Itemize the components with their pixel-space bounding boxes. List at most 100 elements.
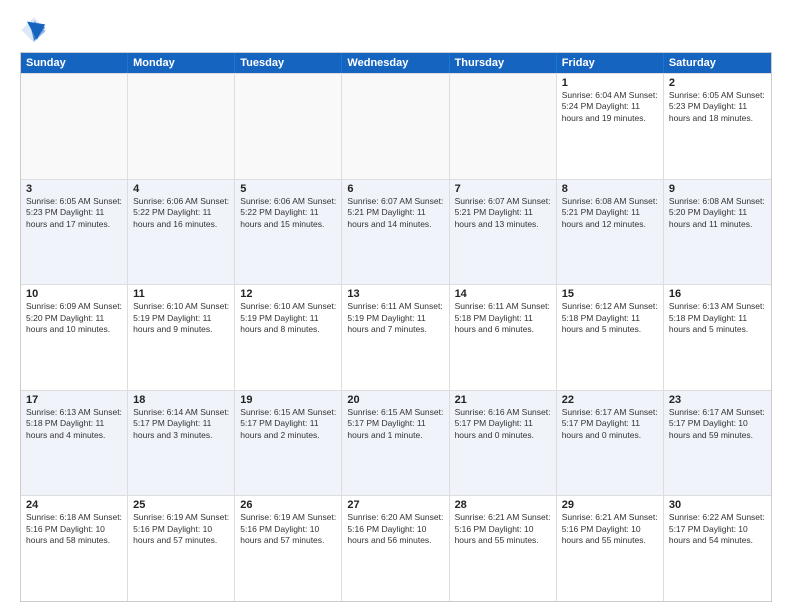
day-info: Sunrise: 6:21 AM Sunset: 5:16 PM Dayligh…: [562, 512, 658, 546]
calendar-empty-cell: [235, 74, 342, 179]
calendar-row-4: 17Sunrise: 6:13 AM Sunset: 5:18 PM Dayli…: [21, 390, 771, 496]
calendar-day-21: 21Sunrise: 6:16 AM Sunset: 5:17 PM Dayli…: [450, 391, 557, 496]
calendar-day-16: 16Sunrise: 6:13 AM Sunset: 5:18 PM Dayli…: [664, 285, 771, 390]
calendar-day-15: 15Sunrise: 6:12 AM Sunset: 5:18 PM Dayli…: [557, 285, 664, 390]
calendar-body: 1Sunrise: 6:04 AM Sunset: 5:24 PM Daylig…: [21, 73, 771, 601]
day-info: Sunrise: 6:05 AM Sunset: 5:23 PM Dayligh…: [26, 196, 122, 230]
header-day-sunday: Sunday: [21, 53, 128, 73]
calendar-day-3: 3Sunrise: 6:05 AM Sunset: 5:23 PM Daylig…: [21, 180, 128, 285]
page: SundayMondayTuesdayWednesdayThursdayFrid…: [0, 0, 792, 612]
day-number: 11: [133, 288, 229, 300]
day-info: Sunrise: 6:07 AM Sunset: 5:21 PM Dayligh…: [347, 196, 443, 230]
calendar-empty-cell: [128, 74, 235, 179]
header-day-wednesday: Wednesday: [342, 53, 449, 73]
day-info: Sunrise: 6:18 AM Sunset: 5:16 PM Dayligh…: [26, 512, 122, 546]
day-info: Sunrise: 6:05 AM Sunset: 5:23 PM Dayligh…: [669, 90, 766, 124]
day-info: Sunrise: 6:04 AM Sunset: 5:24 PM Dayligh…: [562, 90, 658, 124]
calendar-day-12: 12Sunrise: 6:10 AM Sunset: 5:19 PM Dayli…: [235, 285, 342, 390]
day-number: 15: [562, 288, 658, 300]
day-info: Sunrise: 6:19 AM Sunset: 5:16 PM Dayligh…: [133, 512, 229, 546]
day-info: Sunrise: 6:10 AM Sunset: 5:19 PM Dayligh…: [240, 301, 336, 335]
header: [20, 16, 772, 44]
header-day-thursday: Thursday: [450, 53, 557, 73]
day-number: 16: [669, 288, 766, 300]
calendar-day-25: 25Sunrise: 6:19 AM Sunset: 5:16 PM Dayli…: [128, 496, 235, 601]
day-number: 30: [669, 499, 766, 511]
day-info: Sunrise: 6:13 AM Sunset: 5:18 PM Dayligh…: [669, 301, 766, 335]
calendar-day-1: 1Sunrise: 6:04 AM Sunset: 5:24 PM Daylig…: [557, 74, 664, 179]
day-info: Sunrise: 6:13 AM Sunset: 5:18 PM Dayligh…: [26, 407, 122, 441]
day-info: Sunrise: 6:11 AM Sunset: 5:18 PM Dayligh…: [455, 301, 551, 335]
logo: [20, 16, 52, 44]
calendar-day-28: 28Sunrise: 6:21 AM Sunset: 5:16 PM Dayli…: [450, 496, 557, 601]
day-number: 14: [455, 288, 551, 300]
day-info: Sunrise: 6:11 AM Sunset: 5:19 PM Dayligh…: [347, 301, 443, 335]
day-number: 4: [133, 183, 229, 195]
day-number: 29: [562, 499, 658, 511]
day-number: 6: [347, 183, 443, 195]
day-number: 17: [26, 394, 122, 406]
calendar-day-27: 27Sunrise: 6:20 AM Sunset: 5:16 PM Dayli…: [342, 496, 449, 601]
day-info: Sunrise: 6:21 AM Sunset: 5:16 PM Dayligh…: [455, 512, 551, 546]
day-number: 7: [455, 183, 551, 195]
day-info: Sunrise: 6:08 AM Sunset: 5:21 PM Dayligh…: [562, 196, 658, 230]
day-number: 28: [455, 499, 551, 511]
day-number: 3: [26, 183, 122, 195]
header-day-tuesday: Tuesday: [235, 53, 342, 73]
calendar-row-2: 3Sunrise: 6:05 AM Sunset: 5:23 PM Daylig…: [21, 179, 771, 285]
day-info: Sunrise: 6:08 AM Sunset: 5:20 PM Dayligh…: [669, 196, 766, 230]
day-info: Sunrise: 6:20 AM Sunset: 5:16 PM Dayligh…: [347, 512, 443, 546]
calendar-row-1: 1Sunrise: 6:04 AM Sunset: 5:24 PM Daylig…: [21, 73, 771, 179]
day-number: 20: [347, 394, 443, 406]
calendar-day-22: 22Sunrise: 6:17 AM Sunset: 5:17 PM Dayli…: [557, 391, 664, 496]
day-number: 26: [240, 499, 336, 511]
day-info: Sunrise: 6:09 AM Sunset: 5:20 PM Dayligh…: [26, 301, 122, 335]
header-day-friday: Friday: [557, 53, 664, 73]
calendar-row-3: 10Sunrise: 6:09 AM Sunset: 5:20 PM Dayli…: [21, 284, 771, 390]
calendar-day-2: 2Sunrise: 6:05 AM Sunset: 5:23 PM Daylig…: [664, 74, 771, 179]
day-number: 22: [562, 394, 658, 406]
calendar-day-11: 11Sunrise: 6:10 AM Sunset: 5:19 PM Dayli…: [128, 285, 235, 390]
day-info: Sunrise: 6:14 AM Sunset: 5:17 PM Dayligh…: [133, 407, 229, 441]
day-info: Sunrise: 6:07 AM Sunset: 5:21 PM Dayligh…: [455, 196, 551, 230]
day-info: Sunrise: 6:06 AM Sunset: 5:22 PM Dayligh…: [240, 196, 336, 230]
day-number: 24: [26, 499, 122, 511]
day-number: 2: [669, 77, 766, 89]
day-number: 5: [240, 183, 336, 195]
calendar-day-17: 17Sunrise: 6:13 AM Sunset: 5:18 PM Dayli…: [21, 391, 128, 496]
day-info: Sunrise: 6:16 AM Sunset: 5:17 PM Dayligh…: [455, 407, 551, 441]
day-info: Sunrise: 6:15 AM Sunset: 5:17 PM Dayligh…: [347, 407, 443, 441]
day-info: Sunrise: 6:15 AM Sunset: 5:17 PM Dayligh…: [240, 407, 336, 441]
day-number: 1: [562, 77, 658, 89]
day-info: Sunrise: 6:17 AM Sunset: 5:17 PM Dayligh…: [562, 407, 658, 441]
day-info: Sunrise: 6:17 AM Sunset: 5:17 PM Dayligh…: [669, 407, 766, 441]
calendar-row-5: 24Sunrise: 6:18 AM Sunset: 5:16 PM Dayli…: [21, 495, 771, 601]
logo-icon: [20, 16, 48, 44]
calendar-day-9: 9Sunrise: 6:08 AM Sunset: 5:20 PM Daylig…: [664, 180, 771, 285]
calendar-day-19: 19Sunrise: 6:15 AM Sunset: 5:17 PM Dayli…: [235, 391, 342, 496]
day-number: 27: [347, 499, 443, 511]
day-info: Sunrise: 6:19 AM Sunset: 5:16 PM Dayligh…: [240, 512, 336, 546]
calendar-day-13: 13Sunrise: 6:11 AM Sunset: 5:19 PM Dayli…: [342, 285, 449, 390]
header-day-monday: Monday: [128, 53, 235, 73]
calendar-day-20: 20Sunrise: 6:15 AM Sunset: 5:17 PM Dayli…: [342, 391, 449, 496]
calendar-day-23: 23Sunrise: 6:17 AM Sunset: 5:17 PM Dayli…: [664, 391, 771, 496]
header-day-saturday: Saturday: [664, 53, 771, 73]
calendar-day-18: 18Sunrise: 6:14 AM Sunset: 5:17 PM Dayli…: [128, 391, 235, 496]
calendar-day-5: 5Sunrise: 6:06 AM Sunset: 5:22 PM Daylig…: [235, 180, 342, 285]
day-number: 25: [133, 499, 229, 511]
day-number: 10: [26, 288, 122, 300]
day-number: 19: [240, 394, 336, 406]
day-number: 18: [133, 394, 229, 406]
day-number: 12: [240, 288, 336, 300]
calendar-day-24: 24Sunrise: 6:18 AM Sunset: 5:16 PM Dayli…: [21, 496, 128, 601]
calendar-empty-cell: [450, 74, 557, 179]
calendar-day-10: 10Sunrise: 6:09 AM Sunset: 5:20 PM Dayli…: [21, 285, 128, 390]
calendar-day-6: 6Sunrise: 6:07 AM Sunset: 5:21 PM Daylig…: [342, 180, 449, 285]
day-number: 13: [347, 288, 443, 300]
calendar-empty-cell: [21, 74, 128, 179]
calendar: SundayMondayTuesdayWednesdayThursdayFrid…: [20, 52, 772, 602]
calendar-day-30: 30Sunrise: 6:22 AM Sunset: 5:17 PM Dayli…: [664, 496, 771, 601]
day-number: 9: [669, 183, 766, 195]
day-info: Sunrise: 6:10 AM Sunset: 5:19 PM Dayligh…: [133, 301, 229, 335]
